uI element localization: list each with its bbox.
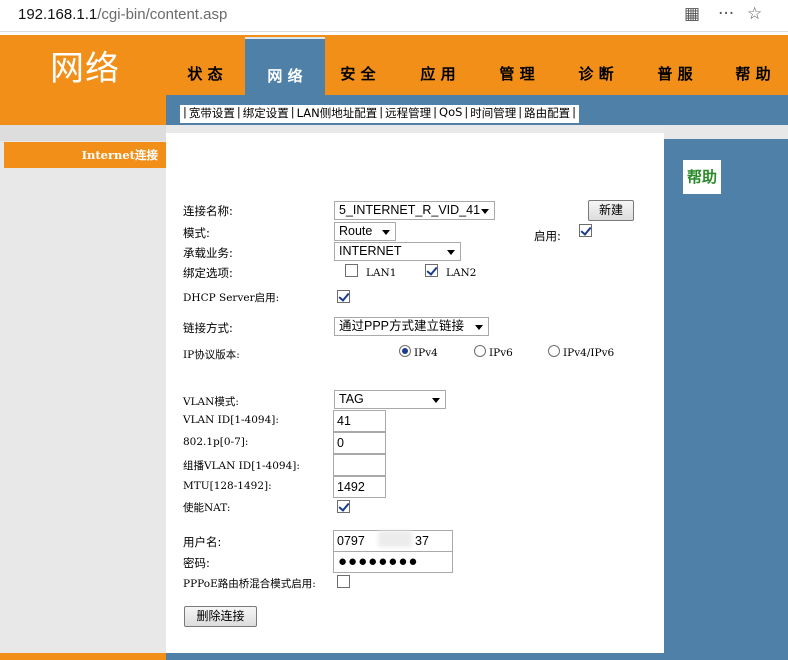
ipv4-ipv6-radio[interactable]	[548, 345, 560, 357]
qr-code-icon[interactable]: ▦	[684, 4, 700, 24]
subnav-links: | 宽带设置 | 绑定设置 | LAN侧地址配置 | 远程管理 | QoS | 时间管理 | 路由配置 |	[180, 105, 580, 123]
new-button[interactable]: 新建	[588, 200, 634, 221]
tab-application[interactable]: 应 用	[398, 63, 478, 84]
conn-name-label: 连接名称:	[183, 204, 233, 218]
nat-label: 使能NAT:	[183, 502, 231, 514]
mode-select[interactable]: Route	[334, 222, 396, 241]
lan2-checkbox[interactable]	[425, 264, 438, 277]
p8021-input[interactable]: 0	[333, 432, 386, 454]
conn-name-select[interactable]: 5_INTERNET_R_VID_41	[334, 201, 495, 220]
subnav-separator: |	[572, 105, 577, 119]
p8021-label: 802.1p[0-7]:	[183, 436, 249, 448]
subnav-qos[interactable]: QoS	[438, 105, 463, 123]
password-value: ●●●●●●●●	[338, 553, 419, 570]
browser-address-bar: 192.168.1.1/cgi-bin/content.asp ▦ ··· ☆	[0, 0, 788, 32]
tab-status[interactable]: 状 态	[165, 63, 245, 84]
username-value-tail: 37	[415, 534, 429, 548]
ip-version-label: IP协议版本:	[183, 349, 240, 361]
password-label: 密码:	[183, 556, 210, 570]
lan1-checkbox[interactable]	[345, 264, 358, 277]
mode-value: Route	[339, 224, 373, 238]
top-header: 网络 状 态 网 络 安 全 应 用 管 理 诊 断 普 服 帮 助	[0, 35, 788, 95]
subnav-remote-mgmt[interactable]: 远程管理	[384, 105, 432, 123]
ipv4-ipv6-label: IPv4/IPv6	[563, 347, 615, 359]
subnav-binding[interactable]: 绑定设置	[242, 105, 290, 123]
more-options-icon[interactable]: ···	[718, 4, 734, 24]
conn-name-value: 5_INTERNET_R_VID_41	[339, 203, 481, 217]
pppoe-bridge-label: PPPoE路由桥混合模式启用:	[183, 578, 316, 590]
page-logo: 网络	[50, 49, 120, 89]
enable-checkbox[interactable]	[579, 224, 592, 237]
vlan-mode-select[interactable]: TAG	[334, 390, 446, 409]
left-sidebar: Internet连接	[0, 125, 166, 660]
subnav-broadband[interactable]: 宽带设置	[188, 105, 236, 123]
vlan-mode-label: VLAN模式:	[183, 396, 239, 408]
subnav-left-fill	[0, 95, 166, 125]
subnav-lan-address[interactable]: LAN侧地址配置	[296, 105, 379, 123]
url-field[interactable]: 192.168.1.1/cgi-bin/content.asp	[18, 6, 227, 23]
mcast-vlan-label: 组播VLAN ID[1-4094]:	[183, 460, 300, 472]
url-host: 192.168.1.1	[18, 6, 98, 23]
tab-security[interactable]: 安 全	[318, 63, 398, 84]
vlan-id-input[interactable]: 41	[333, 410, 386, 432]
sub-nav: | 宽带设置 | 绑定设置 | LAN侧地址配置 | 远程管理 | QoS | 时间管理 | 路由配置 |	[0, 95, 788, 125]
ipv6-radio[interactable]	[474, 345, 486, 357]
sidebar-top-strip	[0, 125, 166, 141]
link-method-value: 通过PPP方式建立链接	[339, 319, 465, 333]
vlan-mode-value: TAG	[339, 392, 364, 406]
bottom-bar-left	[0, 653, 166, 660]
username-redaction	[378, 531, 412, 547]
tab-help[interactable]: 帮 助	[713, 63, 788, 84]
subnav-routing[interactable]: 路由配置	[523, 105, 571, 123]
mcast-vlan-input[interactable]	[333, 454, 386, 476]
dhcp-label: DHCP Server启用:	[183, 292, 280, 304]
mtu-input[interactable]: 1492	[333, 476, 386, 498]
password-input[interactable]: ●●●●●●●●	[333, 551, 453, 573]
service-value: INTERNET	[339, 244, 402, 258]
dhcp-checkbox[interactable]	[337, 290, 350, 303]
chevron-down-icon	[432, 398, 440, 403]
link-method-label: 链接方式:	[183, 321, 233, 335]
vlan-id-label: VLAN ID[1-4094]:	[183, 414, 279, 426]
ipv4-radio[interactable]	[399, 345, 411, 357]
main-top-strip	[166, 125, 664, 133]
bookmark-star-icon[interactable]: ☆	[747, 4, 762, 24]
bottom-bar	[0, 653, 788, 660]
tab-management[interactable]: 管 理	[477, 63, 557, 84]
username-value: 0797	[337, 534, 365, 548]
mode-label: 模式:	[183, 226, 210, 240]
tab-diagnostics[interactable]: 诊 断	[556, 63, 636, 84]
ipv4-label: IPv4	[414, 347, 438, 359]
username-label: 用户名:	[183, 535, 222, 549]
subnav-time[interactable]: 时间管理	[469, 105, 517, 123]
tab-general-service[interactable]: 普 服	[635, 63, 715, 84]
delete-connection-button[interactable]: 删除连接	[184, 606, 257, 627]
enable-label: 启用:	[534, 229, 561, 243]
help-panel-top-strip	[664, 125, 788, 139]
chevron-down-icon	[447, 250, 455, 255]
right-help-panel	[664, 125, 788, 660]
link-method-select[interactable]: 通过PPP方式建立链接	[334, 317, 489, 336]
mtu-label: MTU[128-1492]:	[183, 480, 272, 492]
url-path: /cgi-bin/content.asp	[97, 6, 228, 23]
service-label: 承载业务:	[183, 246, 233, 260]
sidebar-item-internet[interactable]: Internet连接	[4, 142, 166, 168]
lan1-label: LAN1	[366, 267, 397, 279]
main-nav: 状 态 网 络 安 全 应 用 管 理 诊 断 普 服 帮 助	[165, 35, 788, 95]
nat-checkbox[interactable]	[337, 500, 350, 513]
service-select[interactable]: INTERNET	[334, 242, 461, 261]
bind-options-label: 绑定选项:	[183, 266, 233, 280]
chevron-down-icon	[382, 230, 390, 235]
pppoe-bridge-checkbox[interactable]	[337, 575, 350, 588]
lan2-label: LAN2	[446, 267, 477, 279]
tab-network[interactable]: 网 络	[245, 37, 325, 95]
chevron-down-icon	[481, 209, 489, 214]
chevron-down-icon	[475, 325, 483, 330]
help-box[interactable]: 帮助	[683, 160, 721, 194]
ipv6-label: IPv6	[489, 347, 513, 359]
